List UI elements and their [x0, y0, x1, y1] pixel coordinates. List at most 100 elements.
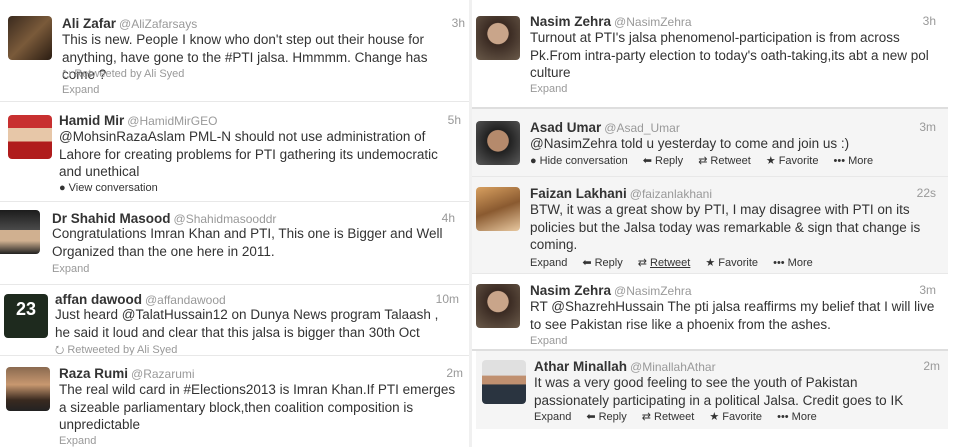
author-handle[interactable]: @NasimZehra [614, 284, 692, 298]
reply-button[interactable]: ⬅ Reply [582, 257, 622, 269]
left-timeline: Ali Zafar @AliZafarsays 3h This is new. P… [0, 0, 469, 447]
tweet-text: @MohsinRazaAslam PML-N should not use ad… [59, 129, 438, 179]
star-icon: ★ [709, 411, 720, 423]
avatar[interactable]: 23 [4, 294, 48, 338]
retweet-icon: ⇄ [698, 155, 708, 167]
avatar[interactable] [482, 360, 526, 404]
tweet[interactable]: Asad Umar @Asad_Umar 3m @NasimZehra told … [472, 109, 948, 176]
retweet-indicator: ⭮ Retweeted by Ali Syed [55, 343, 177, 355]
expand-link[interactable]: Expand [530, 334, 567, 348]
tweet[interactable]: Faizan Lakhani @faizanlakhani 22s BTW, it… [472, 177, 948, 273]
tweet-actions: Expand ⬅ Reply ⇄ Retweet ★ Favorite ••• More [534, 410, 829, 424]
retweet-icon: ⇄ [637, 257, 647, 269]
tweet[interactable]: Ali Zafar @AliZafarsays 3h This is new. P… [0, 0, 469, 100]
star-icon: ★ [765, 155, 776, 167]
timestamp[interactable]: 2m [923, 358, 940, 375]
right-timeline: Nasim Zehra @NasimZehra 3h Turnout at PTI… [472, 0, 948, 447]
timestamp[interactable]: 22s [917, 185, 936, 202]
tweet-text: Just heard @TalatHussain12 on Dunya News… [55, 307, 439, 340]
expand-link[interactable]: Expand [59, 434, 96, 447]
author-name[interactable]: Dr Shahid Masood [52, 211, 171, 226]
expand-link[interactable]: Expand [52, 262, 89, 276]
tweet[interactable]: Hamid Mir @HamidMirGEO 5h @MohsinRazaAsla… [0, 102, 469, 201]
author-name[interactable]: Raza Rumi [59, 366, 128, 381]
retweeted-by-label[interactable]: Retweeted by Ali Syed [67, 344, 177, 355]
timestamp[interactable]: 2m [446, 365, 463, 382]
timestamp[interactable]: 5h [448, 112, 461, 129]
author-name[interactable]: Asad Umar [530, 120, 601, 135]
speech-bubble-icon: ● [59, 182, 66, 194]
tweet[interactable]: Raza Rumi @Razarumi 2m The real wild card… [0, 356, 469, 447]
author-handle[interactable]: @Razarumi [131, 367, 195, 381]
author-name[interactable]: Athar Minallah [534, 359, 627, 374]
tweet-text: RT @ShazrehHussain The pti jalsa reaffir… [530, 299, 935, 332]
reply-button[interactable]: ⬅ Reply [586, 411, 626, 423]
tweet[interactable]: Athar Minallah @MinallahAthar 2m It was a… [476, 351, 948, 429]
retweeted-by-label[interactable]: Retweeted by Ali Syed [74, 68, 184, 80]
retweet-icon: ⇄ [641, 411, 651, 423]
reply-icon: ⬅ [582, 257, 592, 269]
reply-icon: ⬅ [586, 411, 596, 423]
tweet[interactable]: 23 affan dawood @affandawood 10m Just hea… [0, 285, 469, 355]
author-handle[interactable]: @Asad_Umar [604, 121, 680, 135]
hide-conversation-button[interactable]: ● Hide conversation [530, 155, 628, 167]
tweet-actions: ● Hide conversation ⬅ Reply ⇄ Retweet ★ Favo… [530, 154, 885, 168]
tweet-actions: Expand ⬅ Reply ⇄ Retweet ★ Favorite ••• More [530, 256, 825, 270]
more-button[interactable]: ••• More [773, 257, 813, 269]
favorite-button[interactable]: ★ Favorite [766, 155, 819, 167]
author-name[interactable]: Ali Zafar [62, 16, 116, 31]
author-name[interactable]: Nasim Zehra [530, 14, 611, 29]
author-handle[interactable]: @Shahidmasooddr [174, 212, 277, 226]
timestamp[interactable]: 3h [923, 13, 936, 30]
retweet-button[interactable]: ⇄ Retweet [642, 411, 695, 423]
favorite-button[interactable]: ★ Favorite [709, 411, 762, 423]
speech-bubble-icon: ● [530, 155, 537, 167]
author-handle[interactable]: @affandawood [145, 293, 226, 307]
retweet-button[interactable]: ⇄ Retweet [638, 257, 691, 269]
expand-button[interactable]: Expand [530, 257, 567, 269]
timestamp[interactable]: 3m [919, 282, 936, 299]
expand-button[interactable]: Expand [534, 411, 571, 423]
author-handle[interactable]: @NasimZehra [614, 15, 692, 29]
author-handle[interactable]: @HamidMirGEO [127, 114, 217, 128]
avatar[interactable] [476, 187, 520, 231]
tweet-text: It was a very good feeling to see the yo… [534, 375, 904, 408]
more-dots-icon: ••• [833, 155, 846, 167]
favorite-button[interactable]: ★ Favorite [705, 257, 758, 269]
avatar[interactable] [476, 16, 520, 60]
reply-button[interactable]: ⬅ Reply [643, 155, 683, 167]
view-conversation-link[interactable]: ● View conversation [59, 181, 158, 195]
avatar[interactable] [8, 16, 52, 60]
expand-link[interactable]: Expand [530, 82, 567, 96]
more-button[interactable]: ••• More [777, 411, 817, 423]
timestamp[interactable]: 3h [452, 15, 465, 32]
timestamp[interactable]: 3m [919, 119, 936, 136]
tweet[interactable]: Nasim Zehra @NasimZehra 3m RT @ShazrehHus… [472, 274, 948, 349]
tweet[interactable]: Dr Shahid Masood @Shahidmasooddr 4h Congr… [0, 202, 469, 284]
retweet-icon: ⭮ [62, 68, 72, 80]
tweet-text: BTW, it was a great show by PTI, I may d… [530, 202, 921, 252]
expand-link[interactable]: Expand [62, 83, 99, 97]
more-dots-icon: ••• [777, 411, 789, 423]
author-handle[interactable]: @faizanlakhani [630, 187, 712, 201]
avatar[interactable] [476, 284, 520, 328]
avatar[interactable] [6, 367, 50, 411]
author-name[interactable]: affan dawood [55, 292, 142, 307]
tweet-text: Congratulations Imran Khan and PTI, This… [52, 226, 443, 259]
author-handle[interactable]: @AliZafarsays [119, 17, 197, 31]
avatar[interactable] [0, 210, 40, 254]
author-name[interactable]: Nasim Zehra [530, 283, 611, 298]
tweet-text: @NasimZehra told u yesterday to come and… [530, 136, 850, 151]
more-button[interactable]: ••• More [834, 155, 874, 167]
author-name[interactable]: Faizan Lakhani [530, 186, 627, 201]
avatar[interactable] [8, 115, 52, 159]
view-conversation-label[interactable]: View conversation [69, 182, 158, 194]
author-name[interactable]: Hamid Mir [59, 113, 124, 128]
avatar[interactable] [476, 121, 520, 165]
author-handle[interactable]: @MinallahAthar [630, 360, 716, 374]
avatar-label: 23 [15, 299, 37, 319]
tweet[interactable]: Nasim Zehra @NasimZehra 3h Turnout at PTI… [472, 0, 948, 106]
tweet-text: The real wild card in #Elections2013 is … [59, 382, 456, 432]
tweet-text: Turnout at PTI's jalsa phenomenol-partic… [530, 30, 929, 80]
retweet-button[interactable]: ⇄ Retweet [698, 155, 751, 167]
